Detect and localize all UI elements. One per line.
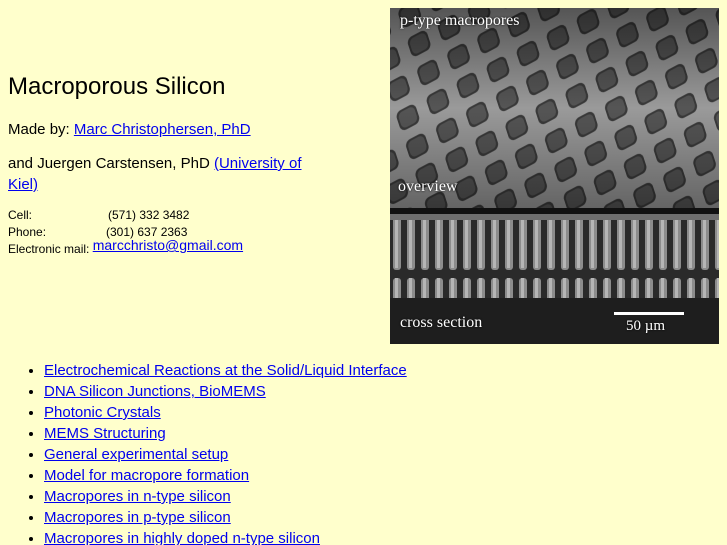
- cell-label: Cell:: [8, 208, 33, 222]
- page-title: Macroporous Silicon: [8, 73, 226, 100]
- list-item: Macropores in p-type silicon: [44, 507, 407, 528]
- list-item: Model for macropore formation: [44, 465, 407, 486]
- phone-label: Phone:: [8, 225, 47, 239]
- topic-link-p-type-macropores[interactable]: Macropores in p-type silicon: [44, 509, 231, 526]
- email-row: Electronic mail: marcchristo@gmail.com: [8, 238, 243, 257]
- caption-overview: overview: [398, 178, 458, 195]
- page: Macroporous Silicon Made by: Marc Christ…: [0, 0, 727, 545]
- list-item: Photonic Crystals: [44, 402, 407, 423]
- topic-link-highly-doped-n-type[interactable]: Macropores in highly doped n-type silico…: [44, 530, 320, 545]
- list-item: Macropores in highly doped n-type silico…: [44, 528, 407, 545]
- cell-row: Cell: (571) 332 3482: [8, 208, 189, 223]
- list-item: Electrochemical Reactions at the Solid/L…: [44, 360, 407, 381]
- coauthor-text: and Juergen Carstensen, PhD: [8, 155, 210, 172]
- topic-link-photonic-crystals[interactable]: Photonic Crystals: [44, 404, 161, 421]
- caption-p-type-macropores: p-type macropores: [400, 12, 520, 29]
- made-by-line: Made by: Marc Christophersen, PhD: [8, 119, 251, 140]
- email-link[interactable]: marcchristo@gmail.com: [93, 237, 243, 253]
- list-item: DNA Silicon Junctions, BioMEMS: [44, 381, 407, 402]
- scale-label: 50 µm: [626, 318, 666, 334]
- topic-link-experimental-setup[interactable]: General experimental setup: [44, 446, 228, 463]
- list-item: MEMS Structuring: [44, 423, 407, 444]
- list-item: Macropores in n-type silicon: [44, 486, 407, 507]
- topic-link-electrochemical-reactions[interactable]: Electrochemical Reactions at the Solid/L…: [44, 362, 407, 379]
- topic-link-mems-structuring[interactable]: MEMS Structuring: [44, 425, 166, 442]
- made-by-label: Made by:: [8, 121, 70, 138]
- list-item: General experimental setup: [44, 444, 407, 465]
- scale-bar: [614, 312, 684, 315]
- cell-value: (571) 332 3482: [108, 208, 190, 222]
- author-link-christophersen[interactable]: Marc Christophersen, PhD: [74, 121, 251, 138]
- coauthor-line: and Juergen Carstensen, PhD (University …: [8, 153, 328, 195]
- topic-link-macropore-model[interactable]: Model for macropore formation: [44, 467, 249, 484]
- sem-image-graphic: [390, 8, 719, 344]
- email-label: Electronic mail:: [8, 242, 90, 256]
- topic-link-dna-silicon-junctions[interactable]: DNA Silicon Junctions, BioMEMS: [44, 383, 266, 400]
- topic-link-n-type-macropores[interactable]: Macropores in n-type silicon: [44, 488, 231, 505]
- macropore-sem-image: p-type macropores overview cross section…: [390, 8, 719, 344]
- topic-list: Electrochemical Reactions at the Solid/L…: [24, 360, 407, 545]
- caption-cross-section: cross section: [400, 314, 483, 331]
